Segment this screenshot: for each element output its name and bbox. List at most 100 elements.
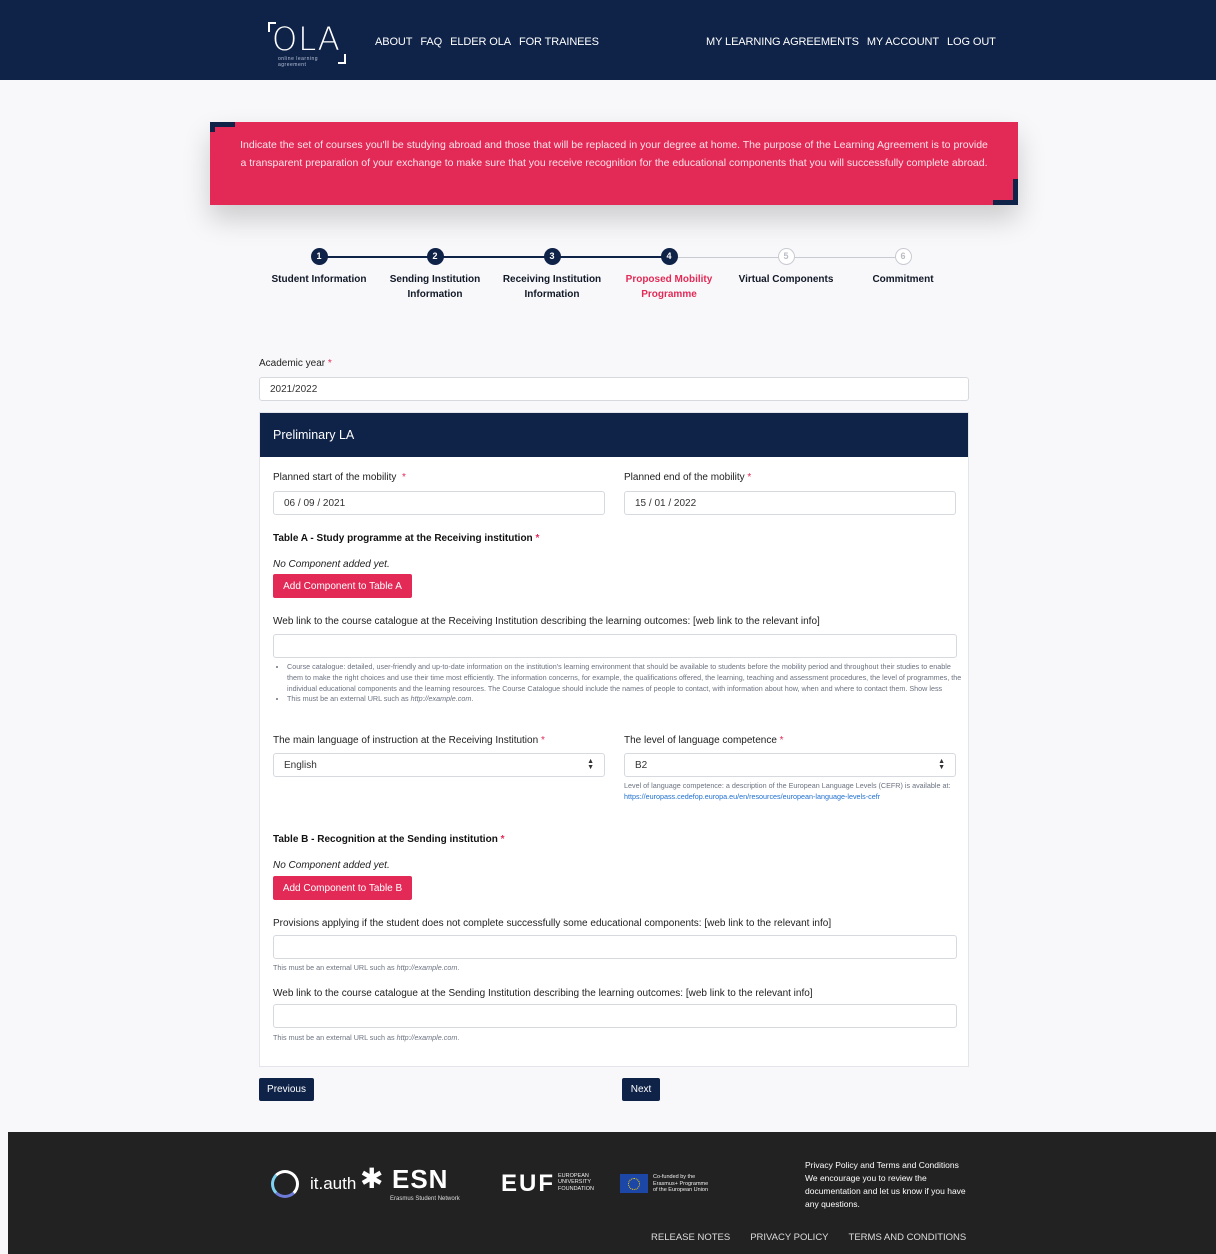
section-title-text: Table A - Study programme at the Receivi… xyxy=(273,533,533,544)
planned-start-input[interactable]: 06 / 09 / 2021 xyxy=(273,491,605,515)
banner-corner xyxy=(210,122,235,132)
competence-selected-value: B2 xyxy=(635,759,648,771)
footer-link-release-notes[interactable]: RELEASE NOTES xyxy=(651,1232,730,1243)
step-commitment[interactable]: 6 Commitment xyxy=(844,246,962,287)
select-arrows-icon: ▲ ▼ xyxy=(938,758,945,771)
step-virtual-components[interactable]: 5 Virtual Components xyxy=(727,246,845,287)
intro-banner: Indicate the set of courses you'll be st… xyxy=(210,122,1018,205)
label-text: The main language of instruction at the … xyxy=(273,735,539,746)
step-number: 6 xyxy=(894,248,912,265)
step-label: Sending Institution Information xyxy=(389,274,481,300)
step-receiving-institution[interactable]: 3 Receiving Institution Information xyxy=(493,246,611,302)
planned-end-input[interactable]: 15 / 01 / 2022 xyxy=(624,491,956,515)
academic-year-input[interactable]: 2021/2022 xyxy=(259,377,969,401)
previous-button[interactable]: Previous xyxy=(259,1078,314,1101)
competence-help: Level of language competence: a descript… xyxy=(624,781,960,803)
competence-label: The level of language competence * xyxy=(624,735,784,746)
add-component-table-a-button[interactable]: Add Component to Table A xyxy=(273,574,412,598)
add-component-table-b-button[interactable]: Add Component to Table B xyxy=(273,876,412,900)
logo-text: OLA xyxy=(272,20,341,58)
footer: it.auth ✱ ESN Erasmus Student Network EU… xyxy=(8,1132,1216,1254)
url-help-suffix: . xyxy=(457,963,460,972)
language-label: The main language of instruction at the … xyxy=(273,735,545,746)
step-number: 5 xyxy=(777,248,795,265)
url-help-text: This must be an external URL such as xyxy=(273,963,395,972)
euf-logo-text[interactable]: EUF xyxy=(501,1170,555,1198)
step-number: 3 xyxy=(543,248,561,265)
step-sending-institution[interactable]: 2 Sending Institution Information xyxy=(376,246,494,302)
eu-tagline-line: of the European Union xyxy=(653,1187,709,1194)
card-title: Preliminary LA xyxy=(260,413,968,457)
label-text: Planned start of the mobility xyxy=(273,472,397,483)
nav-for-trainees[interactable]: FOR TRAINEES xyxy=(519,36,599,48)
privacy-text: We encourage you to review the documenta… xyxy=(805,1173,966,1209)
progress-stepper: 1 Student Information 2 Sending Institut… xyxy=(260,246,960,316)
privacy-title: Privacy Policy and Terms and Conditions xyxy=(805,1160,959,1170)
required-mark: * xyxy=(327,358,332,369)
intro-text: Indicate the set of courses you'll be st… xyxy=(240,139,988,169)
sending-catalogue-input[interactable] xyxy=(273,1004,957,1028)
required-mark: * xyxy=(779,735,784,746)
euf-tagline: EUROPEAN UNIVERSITY FOUNDATION xyxy=(558,1173,594,1192)
footer-links: RELEASE NOTES PRIVACY POLICY TERMS AND C… xyxy=(651,1232,966,1243)
step-label: Commitment xyxy=(872,274,934,285)
nav-my-learning-agreements[interactable]: MY LEARNING AGREEMENTS xyxy=(706,36,859,48)
label-text: The level of language competence xyxy=(624,735,777,746)
academic-year-label: Academic year * xyxy=(259,358,332,369)
competence-help-text: Level of language competence: a descript… xyxy=(624,781,951,790)
planned-end-label: Planned end of the mobility * xyxy=(624,472,751,483)
table-a-title: Table A - Study programme at the Receivi… xyxy=(273,533,539,544)
nav-elder-ola[interactable]: ELDER OLA xyxy=(450,36,511,48)
planned-start-label: Planned start of the mobility * xyxy=(273,472,406,483)
language-select[interactable]: English ▲ ▼ xyxy=(273,753,605,777)
main-nav: ABOUT FAQ ELDER OLA FOR TRAINEES xyxy=(375,36,599,48)
step-label: Proposed Mobility Programme xyxy=(625,274,713,300)
catalogue-help-item: Course catalogue: detailed, user-friendl… xyxy=(287,662,963,694)
provisions-input[interactable] xyxy=(273,935,957,959)
label-text: Academic year xyxy=(259,358,326,369)
step-number: 4 xyxy=(660,248,678,265)
academic-year-value: 2021/2022 xyxy=(270,383,318,395)
nav-log-out[interactable]: LOG OUT xyxy=(947,36,996,48)
required-mark: * xyxy=(500,834,505,845)
receiving-catalogue-label: Web link to the course catalogue at the … xyxy=(273,616,820,627)
sending-catalogue-label: Web link to the course catalogue at the … xyxy=(273,988,813,999)
step-label: Virtual Components xyxy=(738,274,834,285)
required-mark: * xyxy=(401,472,406,483)
step-proposed-mobility-programme[interactable]: 4 Proposed Mobility Programme xyxy=(610,246,728,302)
euf-tagline-line: UNIVERSITY xyxy=(558,1179,592,1186)
nav-my-account[interactable]: MY ACCOUNT xyxy=(867,36,939,48)
nav-faq[interactable]: FAQ xyxy=(420,36,442,48)
url-help-text: This must be an external URL such as xyxy=(287,694,409,704)
ola-logo[interactable]: OLA online learning agreement xyxy=(268,20,348,68)
step-student-information[interactable]: 1 Student Information xyxy=(260,246,378,287)
nav-about[interactable]: ABOUT xyxy=(375,36,413,48)
url-example: http://example.com xyxy=(396,1033,458,1042)
erasmus-cofunded-text: Co-funded by the Erasmus+ Programme of t… xyxy=(653,1174,708,1194)
euf-tagline-line: FOUNDATION xyxy=(558,1185,594,1192)
required-mark: * xyxy=(747,472,752,483)
url-help-suffix: . xyxy=(457,1033,460,1042)
logo-bracket xyxy=(338,54,346,64)
url-example: http://example.com xyxy=(410,694,472,704)
eu-tagline-line: Co-funded by the xyxy=(653,1174,696,1180)
table-b-empty-note: No Component added yet. xyxy=(273,860,390,871)
next-button[interactable]: Next xyxy=(622,1078,660,1101)
competence-select[interactable]: B2 ▲ ▼ xyxy=(624,753,956,777)
footer-link-terms[interactable]: TERMS AND CONDITIONS xyxy=(849,1232,967,1243)
step-label: Student Information xyxy=(271,274,367,285)
provisions-label: Provisions applying if the student does … xyxy=(273,918,832,929)
receiving-catalogue-input[interactable] xyxy=(273,634,957,658)
cefr-link[interactable]: https://europass.cedefop.europa.eu/en/re… xyxy=(624,792,880,801)
catalogue-help: Course catalogue: detailed, user-friendl… xyxy=(273,662,963,705)
esn-logo-text[interactable]: ESN xyxy=(392,1164,448,1195)
provisions-url-help: This must be an external URL such as htt… xyxy=(273,963,459,974)
catalogue-help-text: Course catalogue: detailed, user-friendl… xyxy=(287,662,962,693)
ithauth-logo-text[interactable]: it.auth xyxy=(310,1174,356,1194)
footer-link-privacy-policy[interactable]: PRIVACY POLICY xyxy=(750,1232,828,1243)
required-mark: * xyxy=(540,735,545,746)
top-navbar: OLA online learning agreement ABOUT FAQ … xyxy=(0,0,1216,80)
esn-tagline: Erasmus Student Network xyxy=(390,1196,460,1202)
eu-stars-icon xyxy=(628,1177,640,1190)
catalogue-help-item: This must be an external URL such as htt… xyxy=(287,694,963,705)
